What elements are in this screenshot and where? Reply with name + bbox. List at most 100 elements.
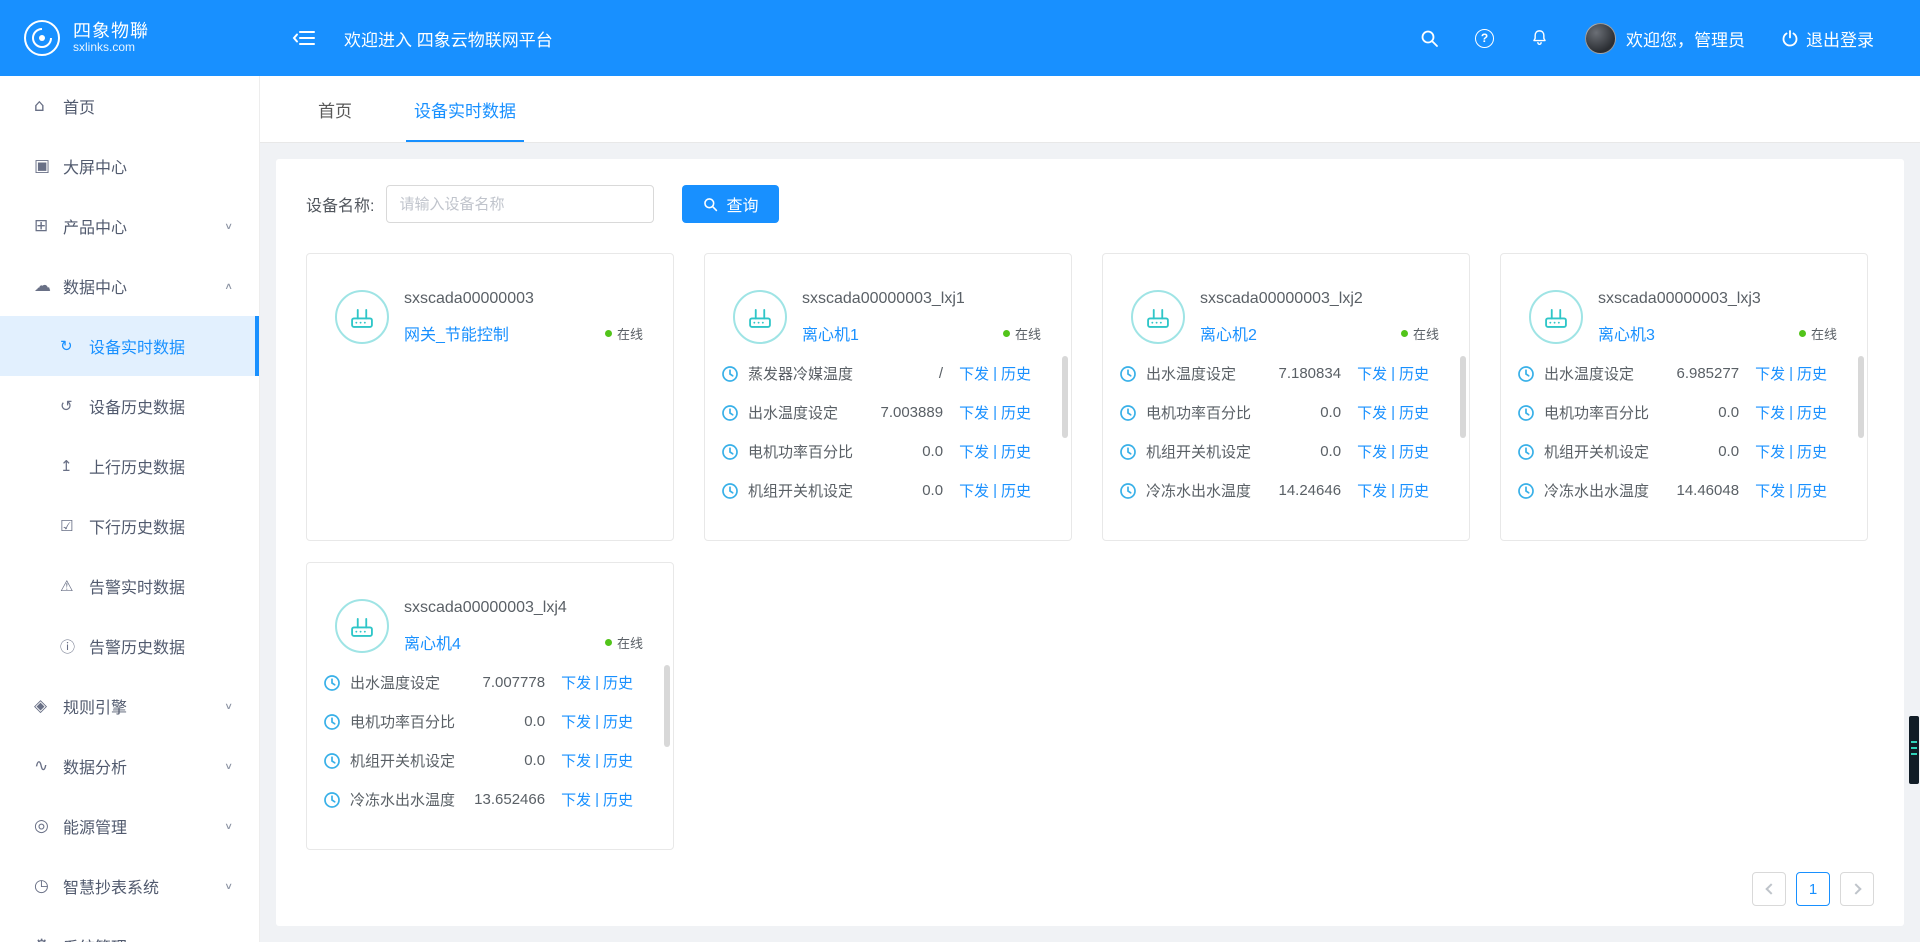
bell-icon[interactable] — [1530, 28, 1549, 48]
card-scrollbar-thumb[interactable] — [1062, 356, 1068, 438]
scrollbar-thumb[interactable] — [1909, 716, 1919, 784]
sidebar-item-label: 设备历史数据 — [89, 394, 185, 418]
card-scrollbar-thumb[interactable] — [1460, 356, 1466, 438]
logout-button[interactable]: 退出登录 — [1781, 26, 1874, 51]
history-link[interactable]: 历史 — [1001, 363, 1031, 384]
send-link[interactable]: 下发 — [1357, 480, 1387, 501]
send-link[interactable]: 下发 — [561, 789, 591, 810]
send-link[interactable]: 下发 — [561, 711, 591, 732]
row-label: 机组开关机设定 — [350, 750, 455, 771]
sidebar-item-alarm-realtime-data[interactable]: ⚠ 告警实时数据 — [0, 556, 259, 616]
sidebar-item-rule-engine[interactable]: ◈ 规则引擎 ∨ — [0, 676, 259, 736]
sidebar-item-downlink-history-data[interactable]: ☑ 下行历史数据 — [0, 496, 259, 556]
history-link[interactable]: 历史 — [603, 789, 633, 810]
send-link[interactable]: 下发 — [1357, 402, 1387, 423]
help-icon[interactable] — [1475, 29, 1494, 48]
sidebar-item-smart-meter-system[interactable]: ◷ 智慧抄表系统 ∨ — [0, 856, 259, 916]
tab-home[interactable]: 首页 — [316, 76, 354, 142]
sidebar-item-device-realtime-data[interactable]: ↻ 设备实时数据 — [0, 316, 259, 376]
send-link[interactable]: 下发 — [1357, 363, 1387, 384]
send-link[interactable]: 下发 — [561, 750, 591, 771]
action-divider: | — [1391, 443, 1395, 460]
device-card: sxscada00000003_lxj3 离心机3 在线 — [1500, 253, 1868, 541]
history-link[interactable]: 历史 — [1399, 402, 1429, 423]
history-link[interactable]: 历史 — [1797, 441, 1827, 462]
send-link[interactable]: 下发 — [1357, 441, 1387, 462]
sidebar-item-energy-management[interactable]: ◎ 能源管理 ∨ — [0, 796, 259, 856]
data-row: 机组开关机设定 0.0 下发|历史 — [1501, 432, 1867, 471]
sidebar-item-system-management[interactable]: ⚙ 系统管理 ∨ — [0, 916, 259, 942]
tab-device-realtime-data[interactable]: 设备实时数据 — [412, 76, 518, 142]
status-text: 在线 — [1413, 324, 1439, 343]
send-link[interactable]: 下发 — [959, 480, 989, 501]
card-scrollbar-thumb[interactable] — [664, 665, 670, 747]
time-circle-icon — [323, 752, 341, 770]
device-name-link[interactable]: 离心机2 — [1200, 321, 1257, 345]
sidebar-item-home[interactable]: ⌂ 首页 — [0, 76, 259, 136]
device-card: sxscada00000003 网关_节能控制 在线 — [306, 253, 674, 541]
history-link[interactable]: 历史 — [1399, 441, 1429, 462]
sidebar-item-big-screen[interactable]: ▣ 大屏中心 — [0, 136, 259, 196]
history-link[interactable]: 历史 — [1001, 480, 1031, 501]
device-name-input[interactable] — [386, 185, 654, 223]
user-menu[interactable]: 欢迎您，管理员 — [1585, 23, 1745, 54]
sidebar-item-label: 告警实时数据 — [89, 574, 185, 598]
row-value: 0.0 — [922, 482, 943, 499]
sidebar-item-data-center[interactable]: ☁ 数据中心 ∧ — [0, 256, 259, 316]
send-link[interactable]: 下发 — [1755, 480, 1785, 501]
device-name-link[interactable]: 网关_节能控制 — [404, 321, 509, 345]
device-icon — [335, 290, 389, 344]
device-icon — [1131, 290, 1185, 344]
search-button[interactable]: 查询 — [682, 185, 779, 223]
welcome-text: 欢迎进入 四象云物联网平台 — [344, 26, 553, 51]
sidebar-item-uplink-history-data[interactable]: ↥ 上行历史数据 — [0, 436, 259, 496]
brand-text: 四象物聯 sxlinks.com — [73, 21, 149, 55]
card-scrollbar-thumb[interactable] — [1858, 356, 1864, 438]
data-row: 冷冻水出水温度 13.652466 下发|历史 — [307, 780, 673, 819]
history-link[interactable]: 历史 — [1001, 402, 1031, 423]
sidebar-item-device-history-data[interactable]: ↺ 设备历史数据 — [0, 376, 259, 436]
prev-page-button[interactable] — [1752, 872, 1786, 906]
avatar[interactable] — [1585, 23, 1616, 54]
row-label: 冷冻水出水温度 — [1544, 480, 1649, 501]
page-number-button[interactable]: 1 — [1796, 872, 1830, 906]
history-link[interactable]: 历史 — [603, 672, 633, 693]
row-value: / — [939, 365, 943, 382]
history-link[interactable]: 历史 — [1797, 402, 1827, 423]
next-page-button[interactable] — [1840, 872, 1874, 906]
history-link[interactable]: 历史 — [603, 711, 633, 732]
row-label: 电机功率百分比 — [1544, 402, 1649, 423]
send-link[interactable]: 下发 — [1755, 363, 1785, 384]
sidebar-item-alarm-history-data[interactable]: ⓘ 告警历史数据 — [0, 616, 259, 676]
history-link[interactable]: 历史 — [603, 750, 633, 771]
history-link[interactable]: 历史 — [1399, 363, 1429, 384]
chevron-left-icon — [1765, 883, 1776, 894]
device-name-link[interactable]: 离心机4 — [404, 630, 461, 654]
send-link[interactable]: 下发 — [1755, 441, 1785, 462]
history-link[interactable]: 历史 — [1797, 480, 1827, 501]
row-label: 机组开关机设定 — [748, 480, 853, 501]
history-link[interactable]: 历史 — [1001, 441, 1031, 462]
cloud-icon: ☁ — [34, 276, 63, 296]
history-link[interactable]: 历史 — [1797, 363, 1827, 384]
history-icon: ↺ — [60, 397, 89, 415]
action-divider: | — [1391, 404, 1395, 421]
send-link[interactable]: 下发 — [561, 672, 591, 693]
device-name-link[interactable]: 离心机1 — [802, 321, 859, 345]
send-link[interactable]: 下发 — [1755, 402, 1785, 423]
send-link[interactable]: 下发 — [959, 441, 989, 462]
device-name-link[interactable]: 离心机3 — [1598, 321, 1655, 345]
send-link[interactable]: 下发 — [959, 363, 989, 384]
menu-fold-icon[interactable] — [292, 28, 316, 48]
time-circle-icon — [721, 365, 739, 383]
screen-icon: ▣ — [34, 156, 63, 176]
sidebar-item-product-center[interactable]: ⊞ 产品中心 ∨ — [0, 196, 259, 256]
sidebar-item-data-analysis[interactable]: ∿ 数据分析 ∨ — [0, 736, 259, 796]
page-scrollbar[interactable] — [1908, 0, 1920, 942]
sidebar-item-label: 设备实时数据 — [89, 334, 185, 358]
search-icon[interactable] — [1420, 29, 1439, 48]
send-link[interactable]: 下发 — [959, 402, 989, 423]
action-divider: | — [993, 443, 997, 460]
history-link[interactable]: 历史 — [1399, 480, 1429, 501]
time-circle-icon — [1517, 365, 1535, 383]
